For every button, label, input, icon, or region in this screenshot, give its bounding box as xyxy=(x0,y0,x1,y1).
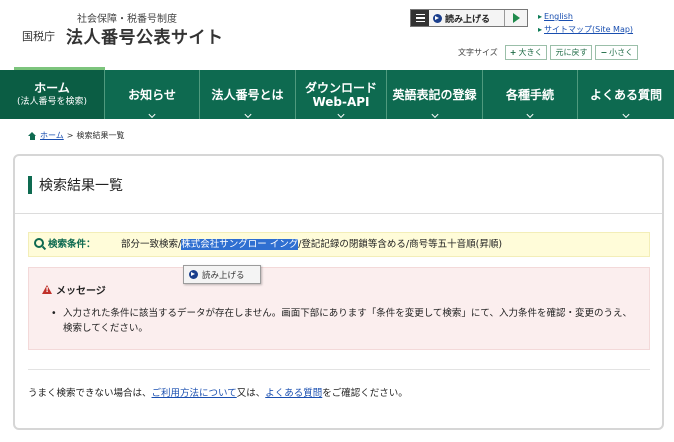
global-nav: ホーム (法人番号を検索) お知らせ 法人番号とは ダウンロード Web-API… xyxy=(0,67,674,119)
read-aloud-popup-label: 読み上げる xyxy=(202,270,245,281)
help-text: うまく検索できない場合は、ご利用方法について又は、よくある質問をご確認ください。 xyxy=(28,385,408,399)
font-reset-button[interactable]: 元に戻す xyxy=(550,45,593,60)
font-smaller-label: 小さく xyxy=(609,48,634,57)
help-prefix: うまく検索できない場合は、 xyxy=(28,388,152,399)
nav-item-download[interactable]: ダウンロード Web-API xyxy=(296,70,387,119)
warning-icon xyxy=(42,285,52,294)
breadcrumb-current: 検索結果一覧 xyxy=(76,131,125,140)
search-condition-label-wrap: 検索条件： xyxy=(29,238,109,251)
chevron-down-icon xyxy=(148,110,156,119)
condition-suffix: /登記記録の閉鎖等含める/商号等五十音順(昇順) xyxy=(298,239,503,250)
logo-agency: 国税庁 xyxy=(22,30,55,43)
search-condition: 検索条件： 部分一致検索/株式会社サングロー イング/登記記録の閉鎖等含める/商… xyxy=(28,232,650,257)
nav-item-news[interactable]: お知らせ xyxy=(105,70,200,119)
nav-item-sublabel: Web-API xyxy=(312,94,370,109)
help-suffix: をご確認ください。 xyxy=(322,388,408,399)
search-condition-value: 部分一致検索/株式会社サングロー イング/登記記録の閉鎖等含める/商号等五十音順… xyxy=(109,238,502,251)
menu-icon-line xyxy=(415,13,425,16)
speaker-icon xyxy=(433,13,442,23)
nav-item-sublabel: (法人番号を検索) xyxy=(16,96,88,107)
help-middle: 又は、 xyxy=(236,388,266,399)
nav-item-label: 法人番号とは xyxy=(211,87,284,102)
nav-item-label: 英語表記の登録 xyxy=(392,87,477,102)
heading-accent-bar xyxy=(28,175,32,194)
usage-guide-link[interactable]: ご利用方法について xyxy=(152,388,237,399)
speaker-icon xyxy=(189,270,198,279)
message-title: メッセージ xyxy=(42,282,106,297)
breadcrumb-home-link[interactable]: ホーム xyxy=(40,130,64,141)
results-card: 検索結果一覧 検索条件： 部分一致検索/株式会社サングロー イング/登記記録の閉… xyxy=(13,154,664,430)
search-icon xyxy=(34,238,44,248)
breadcrumb-separator: > xyxy=(66,131,74,140)
chevron-down-icon xyxy=(526,110,534,119)
nav-item-faq[interactable]: よくある質問 xyxy=(578,70,674,119)
menu-icon-line xyxy=(415,20,425,23)
message-title-text: メッセージ xyxy=(56,286,106,297)
sitemap-link[interactable]: サイトマップ(Site Map) xyxy=(538,23,633,36)
condition-prefix: 部分一致検索/ xyxy=(121,239,182,250)
plus-icon: + xyxy=(509,48,517,57)
header-links: English サイトマップ(Site Map) xyxy=(538,10,633,36)
chevron-down-icon xyxy=(337,110,345,119)
chevron-down-icon xyxy=(430,110,439,119)
nav-item-procedures[interactable]: 各種手続 xyxy=(483,70,578,119)
selected-text: 株式会社サングロー イング xyxy=(181,239,299,250)
chevron-down-icon xyxy=(622,110,630,119)
menu-icon-line xyxy=(415,17,425,19)
site-header: 社会保障・税番号制度 国税庁 法人番号公表サイト 読み上げる English サ… xyxy=(0,0,674,70)
font-smaller-button[interactable]: − 小さく xyxy=(595,45,639,60)
font-larger-button[interactable]: + 大きく xyxy=(504,45,548,60)
nav-item-label: 各種手続 xyxy=(505,87,554,102)
page-title: 検索結果一覧 xyxy=(39,177,123,194)
home-icon xyxy=(28,131,37,140)
play-icon[interactable] xyxy=(505,10,527,26)
nav-item-label: よくある質問 xyxy=(589,87,662,102)
minus-icon: − xyxy=(600,48,608,57)
read-aloud-button[interactable]: 読み上げる xyxy=(429,10,505,26)
message-box: メッセージ 入力された条件に該当するデータが存在しません。画面下部にあります「条… xyxy=(28,267,650,350)
results-card-header: 検索結果一覧 xyxy=(15,156,662,214)
site-title: 法人番号公表サイト xyxy=(66,28,224,48)
read-aloud-popup-button[interactable]: 読み上げる xyxy=(183,265,261,284)
nav-item-about[interactable]: 法人番号とは xyxy=(200,70,296,119)
read-aloud-menu-button[interactable] xyxy=(411,10,429,26)
nav-item-home[interactable]: ホーム (法人番号を検索) xyxy=(0,70,105,119)
nav-item-label: ホーム xyxy=(34,80,70,95)
breadcrumb: ホーム > 検索結果一覧 xyxy=(28,130,124,141)
message-body: 入力された条件に該当するデータが存在しません。画面下部にあります「条件を変更して… xyxy=(51,306,636,336)
divider xyxy=(28,369,650,370)
read-aloud-bar: 読み上げる xyxy=(410,9,528,27)
font-size-label: 文字サイズ xyxy=(458,48,498,57)
nav-item-label: お知らせ xyxy=(128,87,176,102)
read-aloud-label: 読み上げる xyxy=(445,14,491,25)
font-larger-label: 大きく xyxy=(518,48,543,57)
nav-item-english-registration[interactable]: 英語表記の登録 xyxy=(387,70,483,119)
search-condition-label: 検索条件： xyxy=(48,239,96,250)
nav-item-label: ダウンロード xyxy=(304,80,377,95)
font-size-controls: 文字サイズ + 大きく 元に戻す − 小さく xyxy=(458,45,639,60)
faq-link[interactable]: よくある質問 xyxy=(265,388,322,399)
chevron-down-icon xyxy=(243,110,252,119)
english-link[interactable]: English xyxy=(538,10,633,23)
